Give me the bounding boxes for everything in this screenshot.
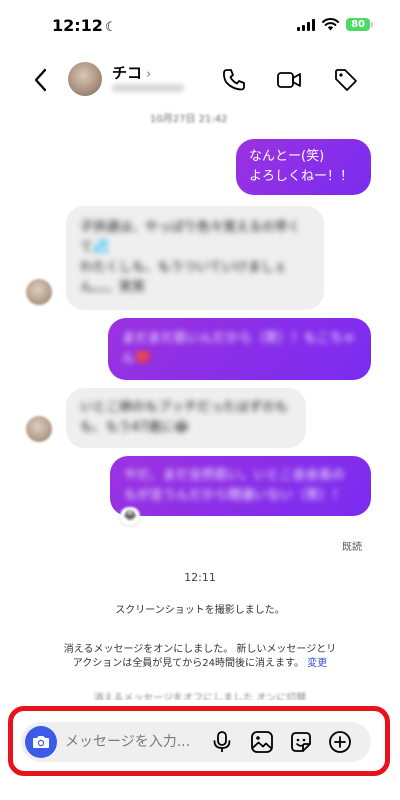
chat-header: チコ ›	[0, 50, 400, 110]
video-call-button[interactable]	[275, 66, 303, 94]
vanish-mode-notice: 消えるメッセージをオンにしました。 新しいメッセージとリアクションは全員が見てか…	[62, 643, 338, 671]
moon-icon: ☾	[104, 20, 117, 35]
message-bubble-outgoing[interactable]: なんとー(笑) よろしくねー！！	[236, 139, 371, 195]
battery-icon: 80	[346, 18, 373, 31]
status-bar: 12:12 ☾ 80	[0, 0, 400, 50]
timestamp: 12:11	[184, 571, 216, 584]
plus-button[interactable]	[327, 729, 353, 755]
message-text: なんとー(笑) よろしくねー！！	[249, 149, 354, 184]
message-input[interactable]	[65, 730, 200, 754]
message-text: まだまだ若いんだから（笑）！もこちゃん❤️	[122, 331, 356, 366]
clock-time: 12:12	[52, 16, 103, 35]
message-text: 子供達は、やっぱり色々覚えるの早くて💦 わたくしも、もうついていけましぇん。。。…	[80, 220, 301, 295]
chevron-right-icon: ›	[146, 67, 152, 82]
message-composer	[21, 722, 371, 762]
vanish-mode-change-link[interactable]: 変更	[307, 658, 327, 669]
date-divider: 10月27日 21:42	[150, 114, 228, 125]
signal-icon	[297, 18, 316, 31]
vanish-mode-text: 消えるメッセージをオンにしました。 新しいメッセージとリアクションは全員が見てか…	[63, 644, 337, 669]
back-button[interactable]	[30, 66, 54, 94]
wifi-icon	[322, 18, 340, 31]
sender-avatar[interactable]	[26, 416, 52, 442]
contact-name: チコ	[112, 64, 143, 82]
message-bubble-outgoing[interactable]: まだまだ若いんだから（笑）！もこちゃん❤️	[108, 318, 371, 380]
camera-button[interactable]	[25, 726, 57, 758]
clock: 12:12 ☾	[52, 16, 117, 35]
message-text: やだ、まだ全然若い。いとこ会会長のもが言うんだから間違いない（笑）！	[124, 468, 346, 503]
reaction-emoji[interactable]: 😂	[120, 507, 140, 525]
phone-call-button[interactable]	[220, 66, 248, 94]
status-icons: 80	[297, 18, 373, 31]
message-bubble-outgoing[interactable]: やだ、まだ全然若い。いとこ会会長のもが言うんだから間違いない（笑）！	[110, 456, 371, 516]
sender-avatar[interactable]	[26, 279, 52, 305]
gallery-button[interactable]	[249, 729, 275, 755]
camera-icon	[33, 736, 49, 748]
screenshot-notice: スクリーンショットを撮影しました。	[115, 605, 285, 616]
contact-avatar[interactable]	[68, 62, 102, 96]
contact-username	[112, 84, 184, 92]
read-receipt: 既読	[342, 542, 362, 553]
message-bubble-incoming[interactable]: 子供達は、やっぱり色々覚えるの早くて💦 わたくしも、もうついていけましぇん。。。…	[66, 206, 324, 310]
faded-system-notice: 消えるメッセージをオフにしました オンに切替	[93, 693, 307, 700]
microphone-button[interactable]	[209, 729, 235, 755]
contact-name-button[interactable]: チコ ›	[112, 62, 151, 83]
sticker-button[interactable]	[288, 729, 314, 755]
battery-level: 80	[351, 19, 365, 30]
message-list[interactable]: 10月27日 21:42 なんとー(笑) よろしくねー！！ 子供達は、やっぱり色…	[0, 110, 400, 700]
message-text: いとこ姉のもブッチだったはずのもも、もう47歳に😂	[80, 400, 289, 435]
message-bubble-incoming[interactable]: いとこ姉のもブッチだったはずのもも、もう47歳に😂	[66, 388, 306, 448]
tag-icon[interactable]	[332, 66, 360, 94]
